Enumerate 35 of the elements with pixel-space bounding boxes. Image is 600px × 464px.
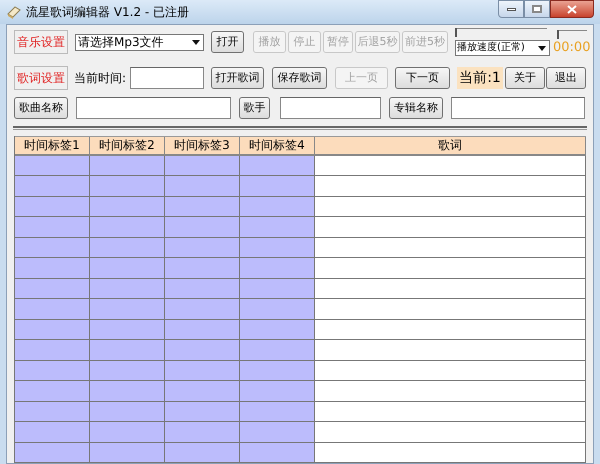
close-icon: [567, 4, 577, 14]
button[interactable]: 退出: [546, 67, 586, 90]
window-title: 流星歌词编辑器 V1.2 - 已注册: [26, 4, 190, 21]
page-indicator: 当前:1: [457, 67, 503, 90]
input-field[interactable]: [76, 97, 231, 120]
dropdown-value: 播放速度(正常): [456, 43, 526, 54]
button[interactable]: 关于: [505, 67, 545, 90]
column-header[interactable]: 时间标签2: [90, 136, 165, 156]
button[interactable]: 下一页: [395, 67, 450, 90]
column-header[interactable]: 歌词: [315, 136, 586, 156]
time-display: 00:00: [553, 41, 589, 54]
input-field[interactable]: [280, 97, 381, 120]
speed-dropdown[interactable]: 播放速度(正常): [455, 40, 550, 56]
close-button[interactable]: [550, 0, 594, 18]
notepad-icon: [6, 4, 22, 20]
button[interactable]: 歌曲名称: [14, 97, 68, 120]
field-label: 当前时间:: [74, 70, 128, 88]
button[interactable]: 专辑名称: [389, 97, 443, 120]
button[interactable]: 打开: [211, 31, 244, 54]
column-header[interactable]: 时间标签1: [15, 136, 90, 156]
column-header[interactable]: 时间标签3: [165, 136, 240, 156]
button[interactable]: 歌手: [239, 97, 270, 120]
settings-label: 音乐设置: [14, 30, 68, 54]
minimize-button[interactable]: [498, 0, 524, 18]
input-field[interactable]: [130, 67, 204, 90]
settings-label: 歌词设置: [14, 66, 68, 90]
caret-icon: [538, 46, 546, 51]
input-field[interactable]: [451, 97, 585, 120]
button[interactable]: 保存歌词: [272, 67, 327, 90]
maximize-button[interactable]: [524, 0, 550, 18]
file-dropdown[interactable]: 请选择Mp3文件: [75, 34, 204, 51]
dropdown-value: 请选择Mp3文件: [77, 36, 165, 48]
column-header[interactable]: 时间标签4: [240, 136, 315, 156]
button[interactable]: 打开歌词: [211, 67, 264, 90]
caret-icon: [192, 40, 200, 45]
